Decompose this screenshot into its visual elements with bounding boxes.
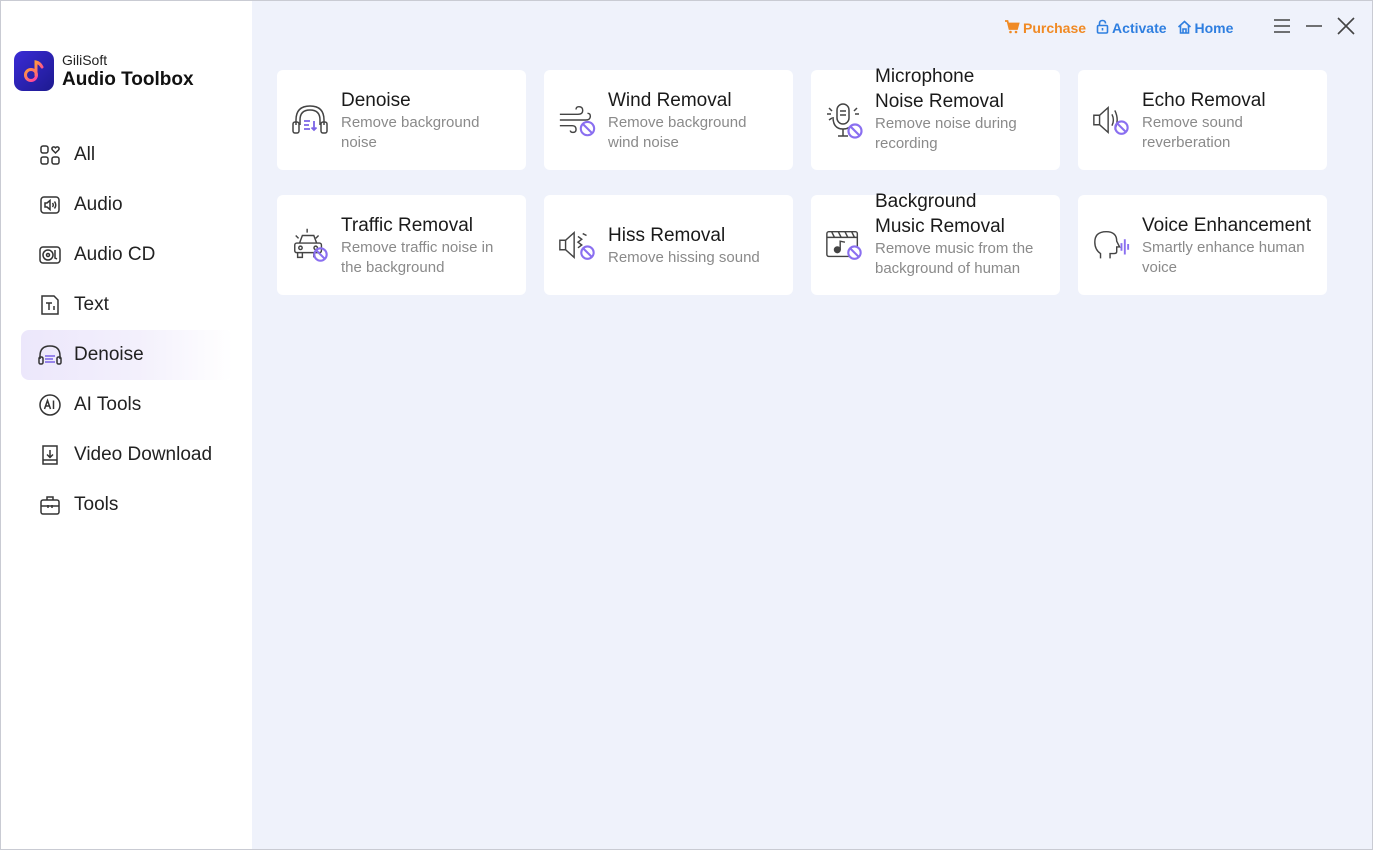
tool-card-grid: Denoise Remove background noise Wind Rem… [277,66,1327,295]
card-desc-line: Remove sound [1142,113,1243,131]
hiss-ban-icon [557,225,597,265]
card-desc-line: Remove background [608,113,747,131]
tool-card-voice-enhancement[interactable]: Voice Enhancement Smartly enhance human … [1078,195,1327,295]
app-window: GiliSoft Audio Toolbox All Audio Audio C… [0,0,1373,850]
car-ban-icon [290,225,330,265]
card-desc-line: reverberation [1142,133,1231,151]
speaker-ban-icon [1091,100,1131,140]
activate-label: Activate [1112,20,1167,36]
home-label: Home [1194,20,1234,36]
sidebar-item-audio[interactable]: Audio [21,180,233,230]
sidebar-item-text[interactable]: Text [21,280,233,330]
grid-heart-icon [37,142,63,168]
card-desc-line: recording [875,135,938,152]
ai-circle-icon [37,392,63,418]
tool-card-echo-removal[interactable]: Echo Removal Remove sound reverberation [1078,70,1327,170]
tool-card-hiss-removal[interactable]: Hiss Removal Remove hissing sound [544,195,793,295]
sidebar-item-tools[interactable]: Tools [21,480,233,530]
card-desc-line: Remove traffic noise in [341,238,494,256]
card-desc-line: background of human [875,260,1021,277]
sidebar-item-all[interactable]: All [21,130,233,180]
card-desc-line: the background [341,258,445,276]
download-tray-icon [37,442,63,468]
sidebar-item-label: AI Tools [74,394,142,415]
purchase-link[interactable]: Purchase [1004,19,1087,37]
music-ban-icon [824,225,864,265]
card-title: Echo Removal [1142,89,1266,111]
sidebar-item-video-download[interactable]: Video Download [21,430,233,480]
toolbox-icon [37,492,63,518]
card-desc-line: Remove hissing sound [608,248,760,266]
sidebar-item-label: Text [74,294,109,315]
cart-icon [1004,19,1023,37]
card-title: Denoise [341,89,411,111]
text-doc-icon [37,292,63,318]
main-content: Purchase Activate Home Denoise Remove ba… [252,1,1372,849]
headphone-wave-icon [37,342,63,368]
brand-product: Audio Toolbox [62,69,194,90]
activate-link[interactable]: Activate [1096,19,1167,37]
tool-card-background-music-removal[interactable]: Background Music Removal Remove music fr… [811,191,1060,295]
card-desc-line: voice [1142,258,1178,276]
card-desc-line: Remove noise during [875,115,1017,132]
voice-head-icon [1091,225,1131,265]
sidebar: GiliSoft Audio Toolbox All Audio Audio C… [1,1,252,849]
card-title: Microphone Noise Removal [875,66,1004,112]
app-logo-icon [14,51,54,91]
window-controls [1266,15,1362,41]
sidebar-item-label: Audio CD [74,244,156,265]
sidebar-item-denoise[interactable]: Denoise [21,330,233,380]
brand-company: GiliSoft [62,52,108,68]
purchase-label: Purchase [1023,20,1087,36]
headphone-denoise-icon [290,100,330,140]
wind-ban-icon [557,100,597,140]
tool-card-traffic-removal[interactable]: Traffic Removal Remove traffic noise in … [277,195,526,295]
card-desc-line: Remove music from the [875,240,1034,257]
brand: GiliSoft Audio Toolbox [14,51,194,91]
sidebar-item-label: Audio [74,194,123,215]
sidebar-item-label: All [74,144,96,165]
home-link[interactable]: Home [1177,19,1234,37]
sidebar-item-ai-tools[interactable]: AI Tools [21,380,233,430]
sidebar-item-label: Video Download [74,444,213,465]
menu-button[interactable] [1266,15,1298,41]
card-title: Traffic Removal [341,214,473,236]
close-icon [1336,16,1356,41]
card-desc-line: wind noise [608,133,679,151]
sidebar-item-label: Denoise [74,344,144,365]
sidebar-nav: All Audio Audio CD Text Denoise AI Tools… [21,130,233,530]
close-button[interactable] [1330,15,1362,41]
card-desc-line: Remove background [341,113,480,131]
card-desc-line: noise [341,133,377,151]
card-title: Background Music Removal [875,191,1005,237]
card-title: Hiss Removal [608,224,726,246]
tool-card-denoise[interactable]: Denoise Remove background noise [277,70,526,170]
minimize-icon [1305,18,1323,39]
card-title: Wind Removal [608,89,732,111]
speaker-box-icon [37,192,63,218]
sidebar-item-label: Tools [74,494,119,515]
card-title: Voice Enhancement [1142,214,1312,236]
card-desc-line: Smartly enhance human [1142,238,1305,256]
tool-card-microphone-noise-removal[interactable]: Microphone Noise Removal Remove noise du… [811,66,1060,170]
home-icon [1177,19,1195,37]
microphone-ban-icon [824,100,864,140]
topbar: Purchase Activate Home [252,15,1372,41]
disc-icon [37,242,63,268]
minimize-button[interactable] [1298,15,1330,41]
lock-icon [1096,19,1112,37]
sidebar-item-audio-cd[interactable]: Audio CD [21,230,233,280]
hamburger-icon [1273,18,1291,39]
tool-card-wind-removal[interactable]: Wind Removal Remove background wind nois… [544,70,793,170]
